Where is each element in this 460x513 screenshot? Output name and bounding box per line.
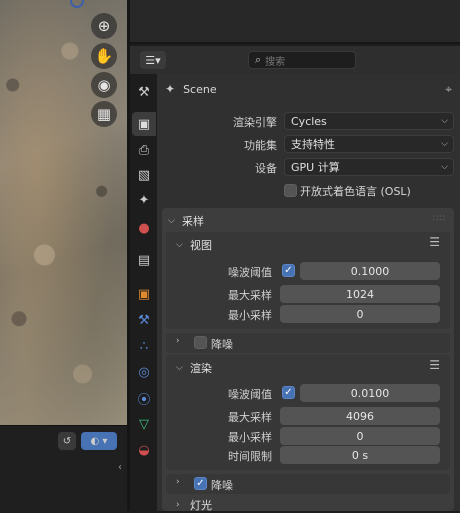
constraints-tab-icon[interactable]: ⦿ <box>132 386 156 410</box>
chevron-down-icon: ⌵ <box>176 240 183 250</box>
r-max-samples-field[interactable]: 4096 <box>280 407 440 425</box>
vp-denoise-header[interactable]: › <box>176 336 190 346</box>
vp-noise-threshold-checkbox[interactable]: ✓ <box>282 264 295 277</box>
3d-viewport[interactable]: ⊕ ✋ ◉ ▦ <box>0 0 127 425</box>
vp-min-samples-field[interactable]: 0 <box>280 305 440 323</box>
r-denoise-label: 降噪 <box>211 479 233 492</box>
object-tab-icon[interactable]: ▣ <box>132 282 156 306</box>
render-engine-label: 渲染引擎 <box>233 116 277 129</box>
viewport-footer: ↺ ◐ ▾ <box>0 425 127 511</box>
chevron-right-icon: › <box>176 500 180 510</box>
editor-type-button[interactable]: ☰▾ <box>140 51 166 69</box>
vp-max-samples-field[interactable]: 1024 <box>280 285 440 303</box>
data-tab-icon[interactable]: ▽ <box>132 412 156 436</box>
chevron-right-icon: › <box>176 477 180 487</box>
feature-set-value: 支持特性 <box>291 138 335 151</box>
vp-denoise-checkbox[interactable] <box>194 336 207 349</box>
viewport-subpanel: ⌵ 视图 ☰ 噪波阈值 ✓ 0.1000 最大采样 1024 最小采样 0 <box>166 232 450 329</box>
presets-list-icon[interactable]: ☰ <box>429 358 440 372</box>
drag-handle-icon[interactable]: ∷∷ <box>433 214 446 224</box>
r-noise-threshold-checkbox[interactable]: ✓ <box>282 386 295 399</box>
osl-checkbox[interactable] <box>284 184 297 197</box>
feature-set-dropdown[interactable]: 支持特性 ⌵ <box>284 135 454 153</box>
r-denoise-checkbox[interactable]: ✓ <box>194 477 207 490</box>
vp-denoise-subpanel: › 降噪 <box>166 333 450 353</box>
render-subpanel-header[interactable]: ⌵ 渲染 <box>176 360 212 376</box>
search-placeholder: 搜索 <box>265 56 286 68</box>
render-engine-value: Cycles <box>291 114 327 128</box>
search-icon: ⌕ <box>255 53 262 66</box>
vp-noise-threshold-field[interactable]: 0.1000 <box>300 262 440 280</box>
scene-name: Scene <box>183 82 217 96</box>
overlay-toggle-button[interactable]: ◐ ▾ <box>81 432 117 450</box>
scene-icon: ✦ <box>165 82 176 96</box>
collapse-arrow-icon[interactable]: ‹ <box>118 462 122 473</box>
r-denoise-subpanel: › ✓ 降噪 <box>166 474 450 494</box>
snap-icon[interactable]: ↺ <box>58 432 76 450</box>
pin-icon[interactable]: ⌖ <box>445 82 452 97</box>
modifier-tab-icon[interactable]: ⚒ <box>132 308 156 332</box>
vp-denoise-label: 降噪 <box>211 338 233 351</box>
scene-tab-icon[interactable]: ✦ <box>132 188 156 212</box>
device-dropdown[interactable]: GPU 计算 ⌵ <box>284 158 454 176</box>
r-min-samples-field[interactable]: 0 <box>280 427 440 445</box>
r-time-limit-label: 时间限制 <box>228 450 272 463</box>
r-denoise-header[interactable]: › <box>176 477 190 487</box>
presets-list-icon[interactable]: ☰ <box>429 235 440 249</box>
render-subpanel: ⌵ 渲染 ☰ 噪波阈值 ✓ 0.0100 最大采样 4096 最小采样 0 时间… <box>166 355 450 470</box>
feature-set-label: 功能集 <box>244 139 277 152</box>
properties-panel: ✦ Scene ⌖ 渲染引擎 Cycles ⌵ 功能集 支持特性 ⌵ 设备 GP… <box>157 74 460 512</box>
osl-label: 开放式着色语言 (OSL) <box>300 185 411 198</box>
chevron-down-icon: ⌵ <box>168 216 175 226</box>
render-title: 渲染 <box>190 362 212 375</box>
r-noise-threshold-field[interactable]: 0.0100 <box>300 384 440 402</box>
chevron-down-icon: ⌵ <box>441 139 448 149</box>
scene-context-row: ✦ Scene <box>165 82 217 96</box>
device-value: GPU 计算 <box>291 161 340 174</box>
chevron-down-icon: ⌵ <box>441 162 448 172</box>
material-tab-icon[interactable]: ◒ <box>132 438 156 462</box>
sampling-title: 采样 <box>182 215 204 228</box>
vp-max-samples-label: 最大采样 <box>228 289 272 302</box>
viewport-title: 视图 <box>190 239 212 252</box>
physics-tab-icon[interactable]: ◎ <box>132 360 156 384</box>
sampling-panel: ⌵ 采样 ∷∷ ⌵ 视图 ☰ 噪波阈值 ✓ 0.1000 最大采样 1024 最… <box>162 208 454 512</box>
chevron-down-icon: ⌵ <box>441 116 448 126</box>
grid-icon[interactable]: ▦ <box>91 101 117 127</box>
camera-icon[interactable]: ◉ <box>91 72 117 98</box>
zoom-icon[interactable]: ⊕ <box>91 13 117 39</box>
vp-noise-threshold-label: 噪波阈值 <box>228 266 272 279</box>
r-noise-threshold-label: 噪波阈值 <box>228 388 272 401</box>
render-tab-icon[interactable]: ▣ <box>132 112 156 136</box>
chevron-down-icon: ⌵ <box>176 363 183 373</box>
r-time-limit-field[interactable]: 0 s <box>280 446 440 464</box>
r-min-samples-label: 最小采样 <box>228 431 272 444</box>
view-layer-tab-icon[interactable]: ▧ <box>132 163 156 187</box>
tool-tab-icon[interactable]: ⚒ <box>132 80 156 104</box>
search-input[interactable]: ⌕ 搜索 <box>248 51 356 69</box>
particles-tab-icon[interactable]: ∴ <box>132 334 156 358</box>
outliner-area <box>130 0 460 44</box>
properties-tab-bar: ⚒ ▣ ⎙ ▧ ✦ ● ▤ ▣ ⚒ ∴ ◎ ⦿ ▽ ◒ <box>130 74 157 511</box>
chevron-right-icon: › <box>176 336 180 346</box>
render-engine-dropdown[interactable]: Cycles ⌵ <box>284 112 454 130</box>
collection-tab-icon[interactable]: ▤ <box>132 248 156 272</box>
properties-header: ☰▾ ⌕ 搜索 <box>130 46 460 74</box>
vp-min-samples-label: 最小采样 <box>228 309 272 322</box>
device-label: 设备 <box>255 162 277 175</box>
hand-icon[interactable]: ✋ <box>91 43 117 69</box>
world-tab-icon[interactable]: ● <box>132 216 156 240</box>
output-tab-icon[interactable]: ⎙ <box>132 138 156 162</box>
viewport-subpanel-header[interactable]: ⌵ 视图 <box>176 237 212 253</box>
sampling-panel-header[interactable]: ⌵ 采样 <box>168 213 204 229</box>
r-max-samples-label: 最大采样 <box>228 411 272 424</box>
